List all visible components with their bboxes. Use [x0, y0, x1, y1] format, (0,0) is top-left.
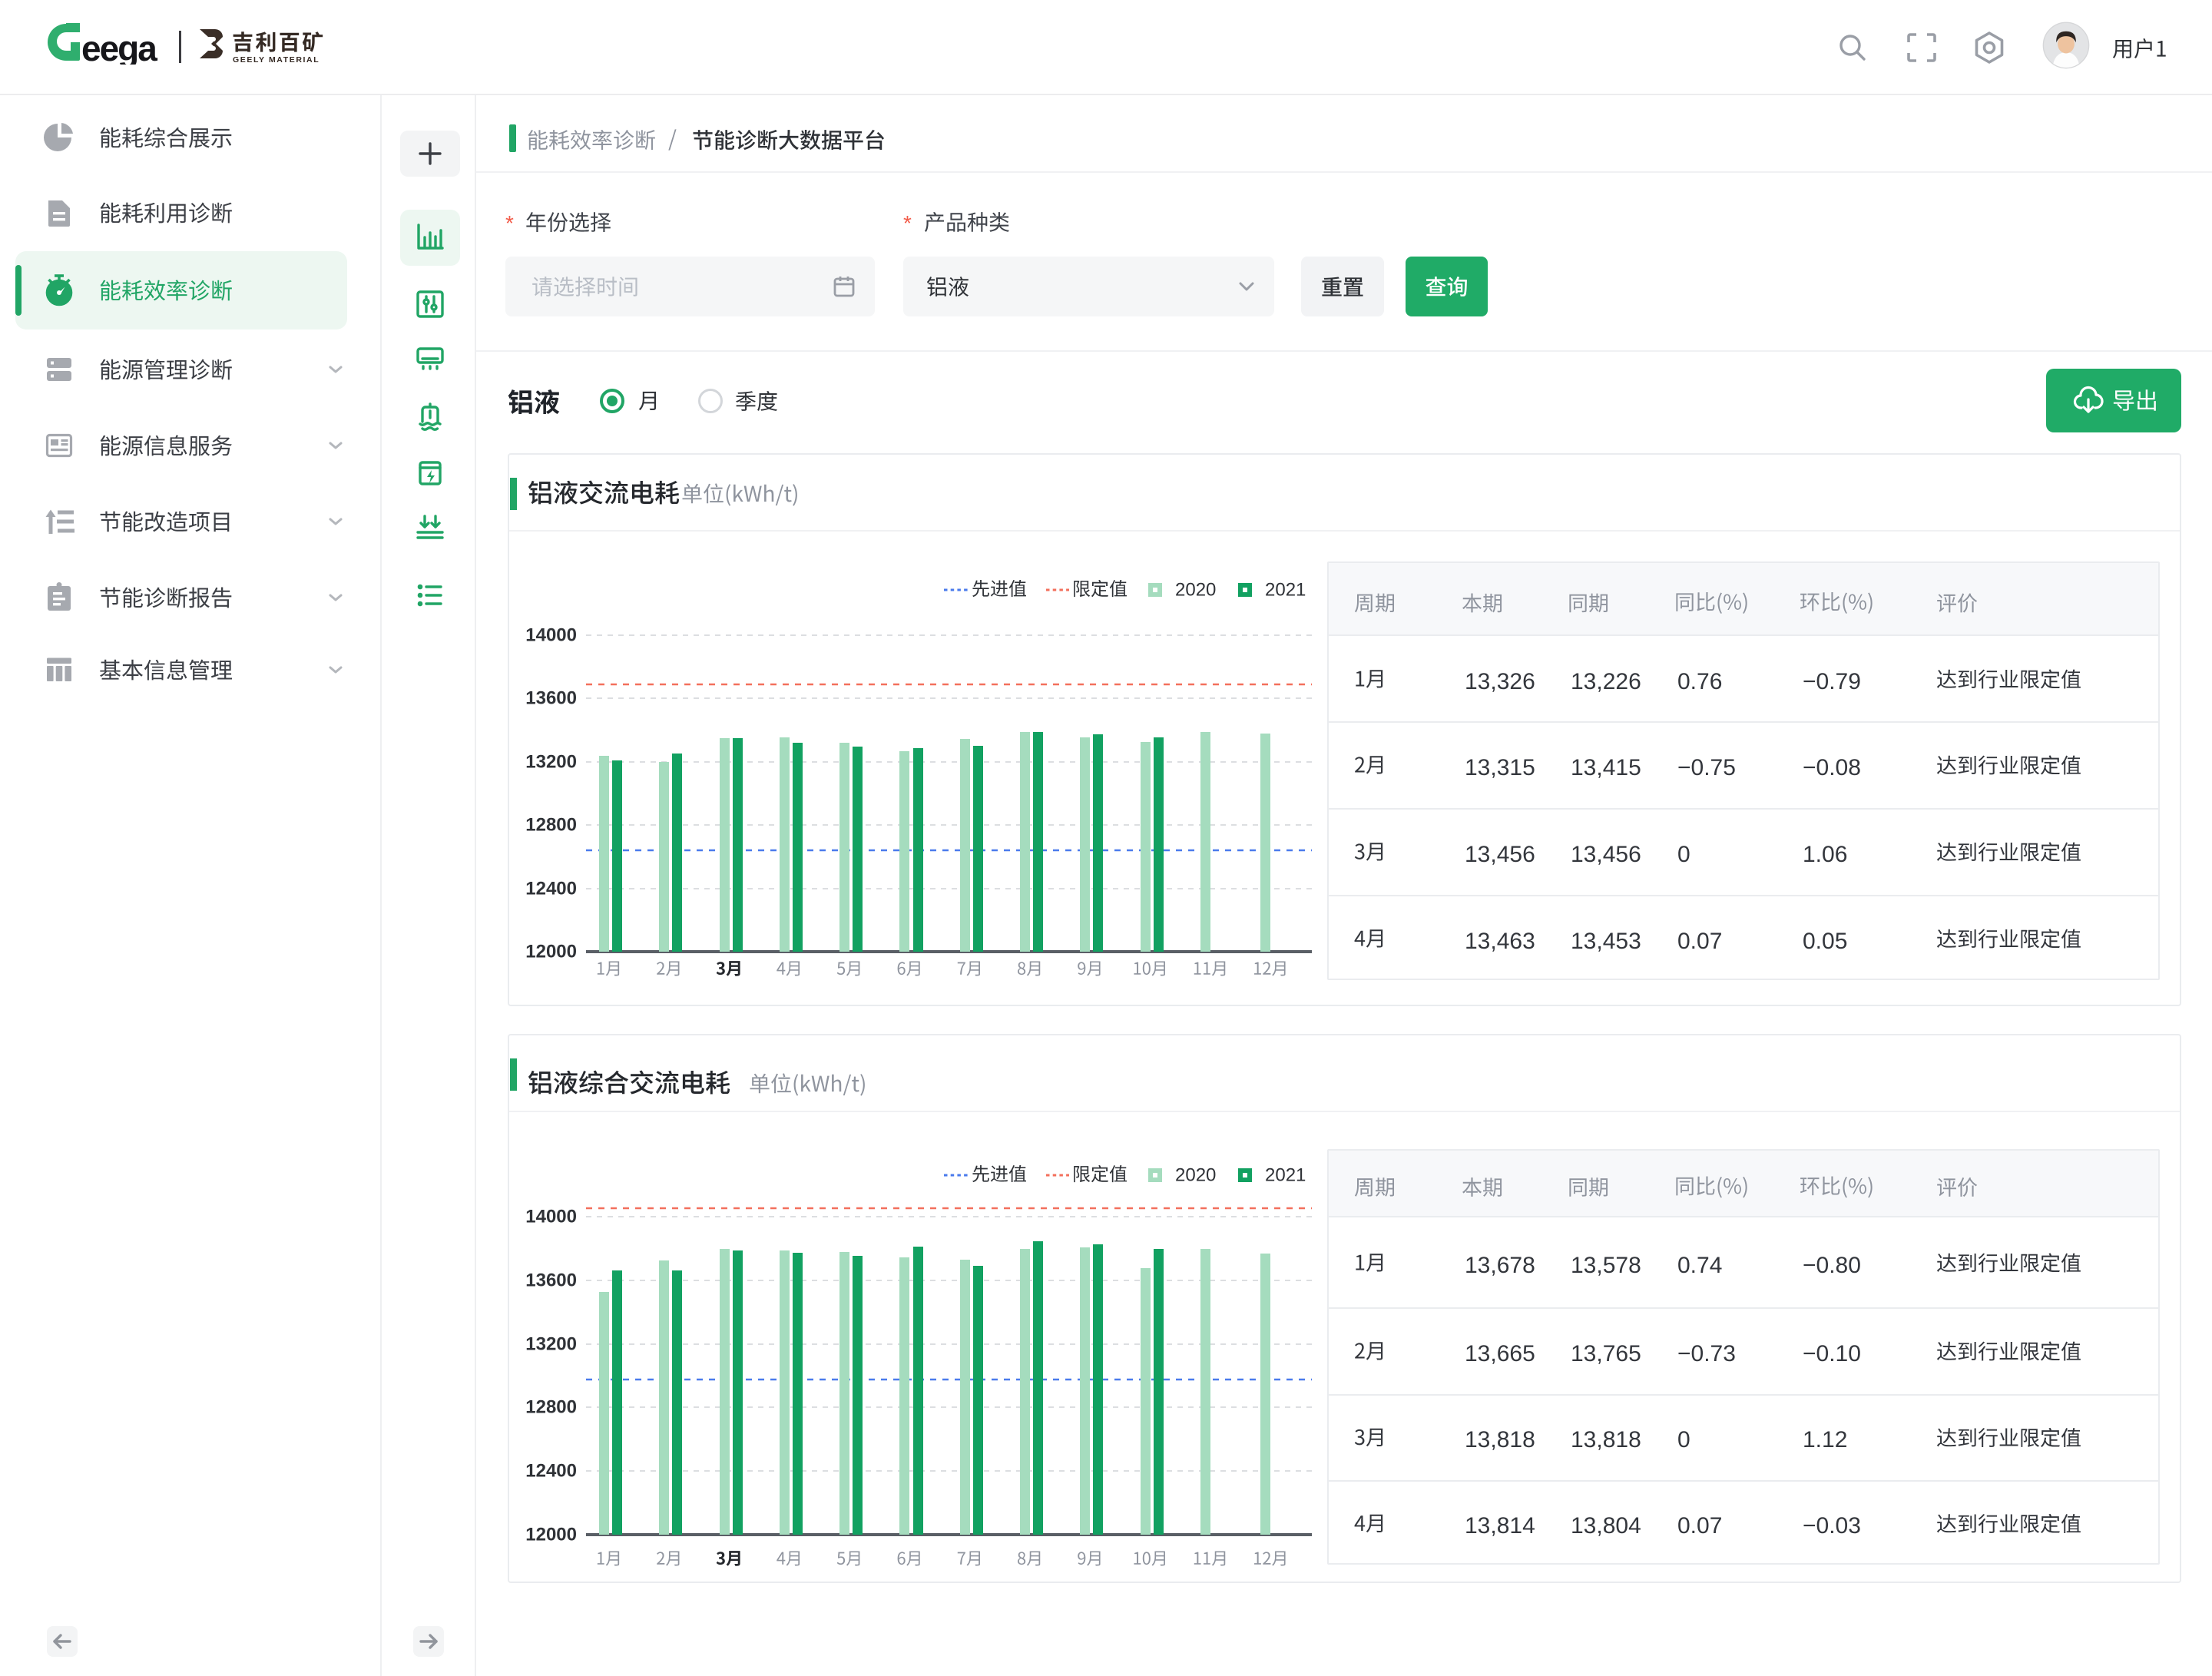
- svg-text:2021: 2021: [1265, 1165, 1306, 1186]
- svg-text:12000: 12000: [525, 1525, 577, 1545]
- svg-text:GEELY MATERIAL: GEELY MATERIAL: [233, 55, 320, 65]
- svg-text:2020: 2020: [1175, 1165, 1216, 1186]
- svg-text:14000: 14000: [525, 1207, 577, 1227]
- svg-text:eega: eega: [81, 28, 157, 65]
- svg-text:14000: 14000: [525, 625, 577, 646]
- svg-text:13200: 13200: [525, 752, 577, 773]
- svg-text:13600: 13600: [525, 1270, 577, 1291]
- svg-text:12400: 12400: [525, 879, 577, 899]
- svg-text:12800: 12800: [525, 815, 577, 836]
- svg-text:12000: 12000: [525, 942, 577, 962]
- svg-text:13200: 13200: [525, 1334, 577, 1355]
- svg-text:2021: 2021: [1265, 580, 1306, 601]
- svg-text:2020: 2020: [1175, 580, 1216, 601]
- svg-text:12800: 12800: [525, 1397, 577, 1418]
- svg-text:12400: 12400: [525, 1461, 577, 1482]
- svg-text:13600: 13600: [525, 688, 577, 709]
